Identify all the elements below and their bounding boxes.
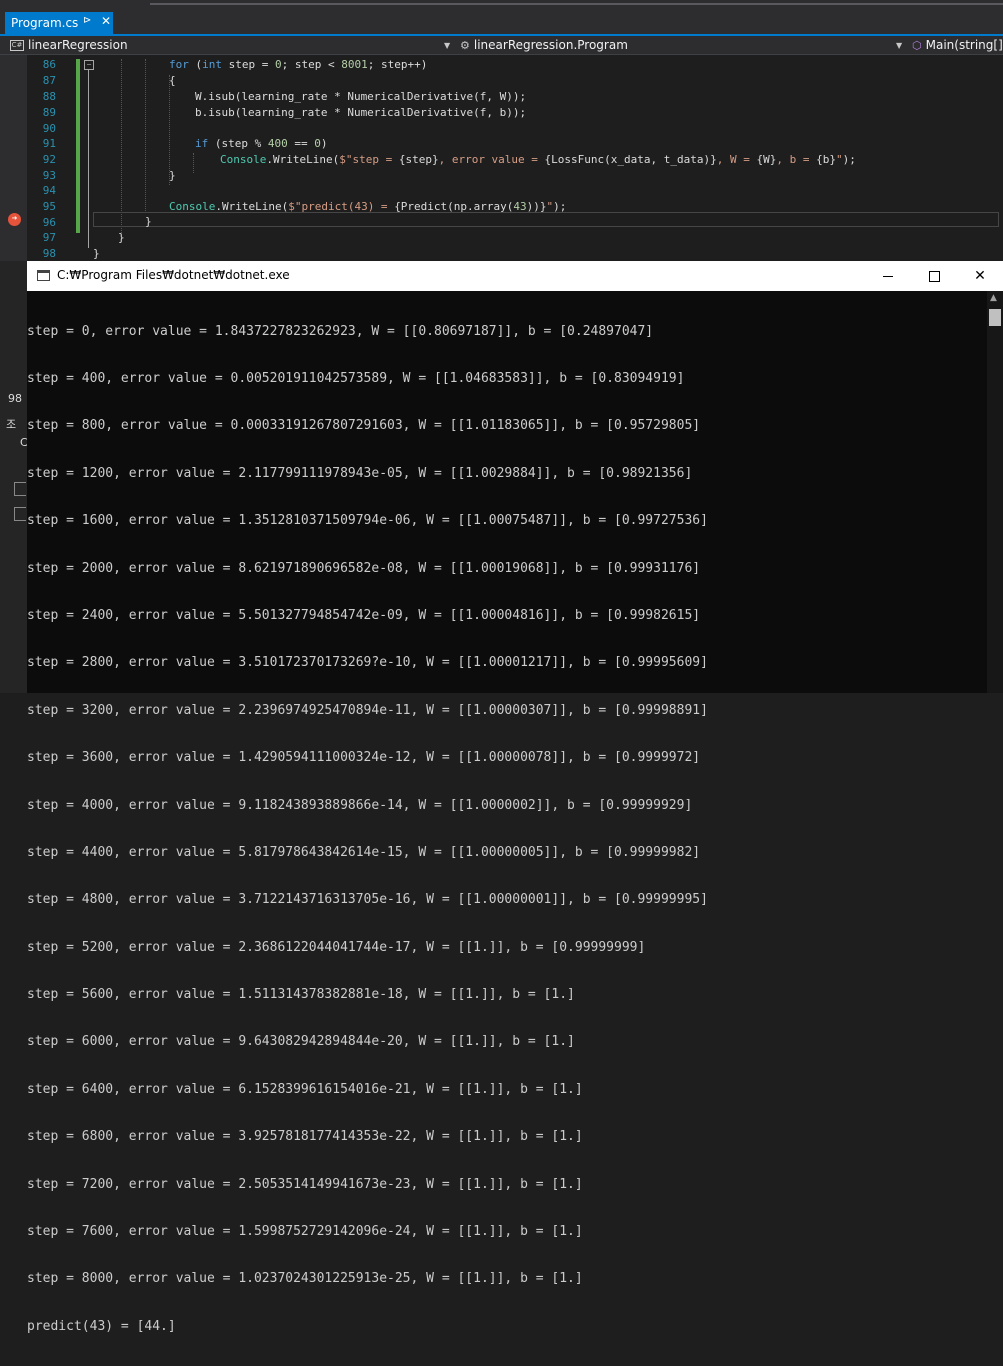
minimize-icon	[883, 275, 893, 277]
member-dropdown[interactable]: ⬡ Main(string[]	[912, 36, 1003, 54]
console-line: step = 2400, error value = 5.50132779485…	[27, 607, 701, 623]
scroll-up-icon[interactable]: ▲	[990, 293, 997, 303]
code-line-91: if (step % 400 == 0)	[195, 137, 328, 150]
console-line: step = 7600, error value = 1.59987527291…	[27, 1224, 583, 1240]
line-number: 86	[42, 58, 56, 71]
console-output: step = 0, error value = 1.84372278232629…	[27, 292, 985, 1366]
console-line: step = 5200, error value = 2.36861220440…	[27, 939, 646, 955]
code-line-98: }	[93, 247, 100, 260]
console-line: step = 2800, error value = 3.51017237017…	[27, 655, 708, 671]
change-tracking-bar	[76, 59, 80, 233]
code-line-87: {	[169, 74, 176, 87]
console-line: step = 6400, error value = 6.15283996161…	[27, 1081, 583, 1097]
code-editor[interactable]: ➜ 86 87 88 89 90 91 92 93 94 95 96 97 98…	[0, 55, 1003, 261]
console-title: C:₩Program Files₩dotnet₩dotnet.exe	[57, 268, 290, 282]
side-panel-tab[interactable]	[14, 507, 26, 521]
console-line: step = 3200, error value = 2.23969749254…	[27, 702, 708, 718]
console-line: step = 7200, error value = 2.50535141499…	[27, 1176, 583, 1192]
line-number: 96	[42, 216, 56, 229]
console-line: step = 4800, error value = 3.71221437163…	[27, 892, 708, 908]
indent-guide	[193, 153, 194, 173]
console-line: predict(43) = [44.]	[27, 1318, 176, 1334]
line-number: 88	[42, 90, 56, 103]
side-panel-label: 조	[6, 418, 17, 431]
line-number: 94	[42, 184, 56, 197]
console-line: step = 8000, error value = 1.02370243012…	[27, 1271, 583, 1287]
console-line: step = 6800, error value = 3.92578181774…	[27, 1129, 583, 1145]
window-top-strip	[0, 0, 1003, 12]
code-line-93: }	[169, 169, 176, 182]
project-dropdown[interactable]: C# linearRegression ▼	[10, 36, 455, 54]
breakpoint-margin[interactable]: ➜	[0, 55, 27, 261]
close-icon: ✕	[974, 268, 986, 284]
indent-guide	[145, 59, 146, 213]
console-title-bar[interactable]: C:₩Program Files₩dotnet₩dotnet.exe ✕	[27, 261, 1003, 291]
line-number: 87	[42, 74, 56, 87]
console-line: step = 4000, error value = 9.11824389388…	[27, 797, 693, 813]
close-button[interactable]: ✕	[957, 261, 1003, 291]
console-scrollbar[interactable]: ▲	[987, 291, 1003, 693]
top-divider	[150, 3, 1003, 5]
line-number: 92	[42, 153, 56, 166]
tab-title: Program.cs	[11, 16, 79, 30]
console-window[interactable]: C:₩Program Files₩dotnet₩dotnet.exe ✕ ste…	[27, 261, 1003, 1334]
member-dropdown-label: Main(string[]	[925, 38, 1003, 52]
console-line: step = 400, error value = 0.005201911042…	[27, 370, 685, 386]
console-line: step = 3600, error value = 1.42905941110…	[27, 750, 701, 766]
scrollbar-thumb[interactable]	[989, 309, 1001, 326]
console-line: step = 4400, error value = 5.81797864384…	[27, 844, 701, 860]
line-number: 93	[42, 169, 56, 182]
console-app-icon[interactable]	[37, 270, 50, 281]
line-number: 98	[42, 247, 56, 260]
side-panel-tab[interactable]	[14, 482, 26, 496]
console-line: step = 1600, error value = 1.35128103715…	[27, 513, 708, 529]
console-line: step = 2000, error value = 8.62197189069…	[27, 560, 701, 576]
line-number: 89	[42, 106, 56, 119]
method-icon: ⬡	[912, 38, 922, 52]
line-number: 95	[42, 200, 56, 213]
close-tab-icon[interactable]: ✕	[101, 14, 111, 28]
console-line: step = 1200, error value = 2.11779911197…	[27, 465, 693, 481]
line-number: 90	[42, 122, 56, 135]
code-line-86: for (int step = 0; step < 8001; step++)	[169, 58, 428, 71]
chevron-down-icon[interactable]: ▼	[896, 41, 902, 50]
console-line: step = 0, error value = 1.84372278232629…	[27, 323, 654, 339]
class-icon: ⚙	[460, 38, 470, 52]
console-line: step = 800, error value = 0.000331912678…	[27, 418, 701, 434]
csharp-project-icon: C#	[10, 39, 24, 51]
pin-icon[interactable]: ⊳	[83, 15, 91, 26]
code-line-95: Console.WriteLine($"predict(43) = {Predi…	[169, 200, 567, 213]
maximize-button[interactable]	[911, 261, 957, 291]
code-line-97: }	[118, 231, 125, 244]
indent-guide	[121, 59, 122, 233]
maximize-icon	[928, 270, 940, 282]
code-line-92: Console.WriteLine($"step = {step}, error…	[220, 153, 856, 166]
side-panel-label: 98	[8, 392, 22, 405]
console-line: step = 5600, error value = 1.51131437838…	[27, 987, 575, 1003]
execution-pointer-icon: ➜	[8, 213, 21, 226]
tab-program-cs[interactable]: Program.cs ⊳ ✕	[5, 12, 113, 34]
navigation-bar: C# linearRegression ▼ ⚙ linearRegression…	[0, 36, 1003, 55]
code-line-89: b.isub(learning_rate * NumericalDerivati…	[195, 106, 527, 119]
outline-guide	[88, 70, 89, 248]
side-panel: 98 조 C	[0, 261, 28, 693]
class-dropdown[interactable]: ⚙ linearRegression.Program ▼	[460, 36, 905, 54]
minimize-button[interactable]	[865, 261, 911, 291]
chevron-down-icon[interactable]: ▼	[444, 41, 450, 50]
line-number: 91	[42, 137, 56, 150]
class-dropdown-label: linearRegression.Program	[473, 38, 628, 52]
console-line: step = 6000, error value = 9.64308294289…	[27, 1034, 575, 1050]
current-line-highlight	[93, 212, 999, 227]
code-line-96: }	[145, 215, 152, 228]
document-tab-bar: Program.cs ⊳ ✕	[0, 12, 1003, 36]
project-dropdown-label: linearRegression	[28, 38, 128, 52]
code-line-88: W.isub(learning_rate * NumericalDerivati…	[195, 90, 527, 103]
collapse-icon[interactable]: −	[84, 60, 94, 70]
line-number: 97	[42, 231, 56, 244]
